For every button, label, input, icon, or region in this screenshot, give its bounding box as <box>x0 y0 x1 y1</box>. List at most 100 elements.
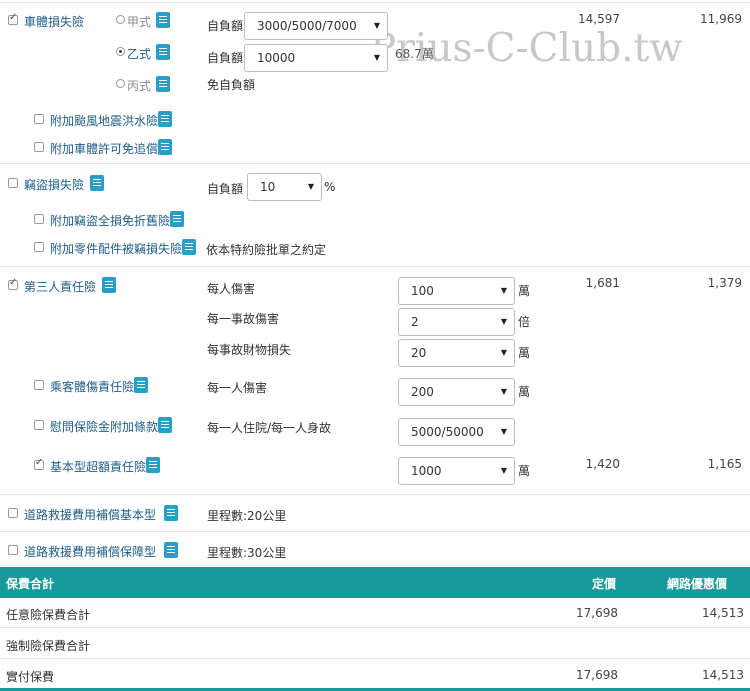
summary-row-online: 14,513 <box>702 668 744 682</box>
document-icon[interactable] <box>134 377 148 393</box>
per-accident-injury-select[interactable]: 2 ▼ <box>398 308 515 336</box>
document-icon[interactable] <box>90 175 104 191</box>
theft-deductible-unit: % <box>324 180 336 194</box>
document-icon[interactable] <box>164 505 178 521</box>
vehicle-damage-list-price: 14,597 <box>578 12 620 26</box>
vehicle-damage-label[interactable]: 車體損失險 <box>24 13 84 30</box>
consolation-field-label: 每一人住院/每一人身故 <box>207 421 332 435</box>
passenger-liability-checkbox[interactable] <box>34 380 44 390</box>
property-damage-value: 20 <box>411 346 427 360</box>
excess-select[interactable]: 1000 ▼ <box>398 457 515 485</box>
theft-checkbox[interactable] <box>8 178 18 188</box>
summary-row: 任意險保費合計 17,698 14,513 <box>0 598 750 628</box>
summary-row: 強制險保費合計 <box>0 629 750 659</box>
document-icon[interactable] <box>158 139 172 155</box>
chevron-down-icon: ▼ <box>373 21 380 30</box>
plan-b-radio[interactable] <box>116 47 125 56</box>
excess-liability-label[interactable]: 基本型超額責任險 <box>50 458 146 475</box>
plan-a-label[interactable]: 甲式 <box>127 13 151 30</box>
deductible-label: 自負額 <box>207 19 244 33</box>
addon-waiver-checkbox[interactable] <box>34 142 44 152</box>
document-icon[interactable] <box>146 457 160 473</box>
property-damage-label: 每事故財物損失 <box>207 343 292 357</box>
summary-row-label: 強制險保費合計 <box>6 639 91 653</box>
excess-liability-checkbox[interactable] <box>34 457 44 470</box>
chevron-down-icon: ▼ <box>500 427 507 436</box>
document-icon[interactable] <box>182 239 196 255</box>
plan-b-label[interactable]: 乙式 <box>127 45 151 62</box>
third-party-list-price: 1,681 <box>585 276 620 290</box>
summary-row-online: 14,513 <box>702 606 744 620</box>
addon-typhoon-label[interactable]: 附加颱風地震洪水險 <box>50 112 158 129</box>
excess-online-price: 1,165 <box>707 457 742 471</box>
addon-theft-total-checkbox[interactable] <box>34 214 44 224</box>
summary-row-list: 17,698 <box>576 606 618 620</box>
summary-col-list: 定價 <box>592 577 617 591</box>
addon-waiver-label[interactable]: 附加車體許可免追償 <box>50 140 158 157</box>
plan-a-radio[interactable] <box>116 15 125 24</box>
theft-deductible-label: 自負額 <box>207 182 244 196</box>
consolation-checkbox[interactable] <box>34 420 44 430</box>
document-icon[interactable] <box>156 76 170 92</box>
per-person-injury-label: 每人傷害 <box>207 282 256 296</box>
third-party-label[interactable]: 第三人責任險 <box>24 278 96 295</box>
document-icon[interactable] <box>102 277 116 293</box>
deductible-select-value: 3000/5000/7000 <box>257 19 357 33</box>
excess-list-price: 1,420 <box>585 457 620 471</box>
vehicle-damage-checkbox[interactable] <box>8 12 18 25</box>
property-damage-unit: 萬 <box>518 346 531 360</box>
property-damage-select[interactable]: 20 ▼ <box>398 339 515 367</box>
summary-header: 保費合計 定價 網路優惠價 <box>0 567 750 598</box>
deductible-select[interactable]: 3000/5000/7000 ▼ <box>244 12 388 40</box>
summary-row-list: 17,698 <box>576 668 618 682</box>
insured-amount: 68.7萬 <box>395 47 434 61</box>
theft-label[interactable]: 竊盜損失險 <box>24 176 84 193</box>
roadside-plus-mileage: 里程數:30公里 <box>207 546 287 560</box>
per-person-injury-value: 100 <box>411 284 434 298</box>
amount-select[interactable]: 10000 ▼ <box>244 44 388 72</box>
document-icon[interactable] <box>158 417 172 433</box>
roadside-basic-mileage: 里程數:20公里 <box>207 509 287 523</box>
summary-col-online: 網路優惠價 <box>667 577 728 591</box>
roadside-basic-label[interactable]: 道路救援費用補償基本型 <box>24 506 156 523</box>
document-icon[interactable] <box>170 211 184 227</box>
amount-label: 自負額 <box>207 51 244 65</box>
chevron-down-icon: ▼ <box>500 286 507 295</box>
plan-c-label[interactable]: 丙式 <box>127 77 151 94</box>
passenger-select-value: 200 <box>411 385 434 399</box>
passenger-per-person-label: 每一人傷害 <box>207 381 268 395</box>
addon-parts-theft-note: 依本特約險批單之約定 <box>206 243 327 257</box>
document-icon[interactable] <box>158 111 172 127</box>
per-accident-injury-value: 2 <box>411 315 419 329</box>
roadside-basic-checkbox[interactable] <box>8 508 18 518</box>
roadside-plus-label[interactable]: 道路救援費用補償保障型 <box>24 543 156 560</box>
chevron-down-icon: ▼ <box>307 182 314 191</box>
addon-typhoon-checkbox[interactable] <box>34 114 44 124</box>
third-party-checkbox[interactable] <box>8 277 18 290</box>
document-icon[interactable] <box>156 44 170 60</box>
chevron-down-icon: ▼ <box>500 466 507 475</box>
addon-parts-theft-label[interactable]: 附加零件配件被竊損失險 <box>50 240 182 257</box>
per-accident-injury-label: 每一事故傷害 <box>207 312 280 326</box>
consolation-label[interactable]: 慰問保險金附加條款 <box>50 418 158 435</box>
summary-row: 實付保費 17,698 14,513 <box>0 660 750 690</box>
passenger-unit: 萬 <box>518 385 531 399</box>
per-person-injury-unit: 萬 <box>518 284 531 298</box>
document-icon[interactable] <box>156 12 170 28</box>
plan-c-radio[interactable] <box>116 79 125 88</box>
chevron-down-icon: ▼ <box>373 53 380 62</box>
excess-select-value: 1000 <box>411 464 442 478</box>
document-icon[interactable] <box>164 542 178 558</box>
chevron-down-icon: ▼ <box>500 348 507 357</box>
theft-deductible-value: 10 <box>260 180 276 194</box>
addon-theft-total-label[interactable]: 附加竊盜全損免折舊險 <box>50 212 170 229</box>
theft-deductible-select[interactable]: 10 ▼ <box>247 173 322 201</box>
chevron-down-icon: ▼ <box>500 317 507 326</box>
passenger-liability-label[interactable]: 乘客體傷責任險 <box>50 378 134 395</box>
passenger-select[interactable]: 200 ▼ <box>398 378 515 406</box>
consolation-select[interactable]: 5000/50000 ▼ <box>398 418 515 446</box>
summary-title: 保費合計 <box>6 577 55 591</box>
addon-parts-theft-checkbox[interactable] <box>34 242 44 252</box>
roadside-plus-checkbox[interactable] <box>8 545 18 555</box>
per-person-injury-select[interactable]: 100 ▼ <box>398 277 515 305</box>
